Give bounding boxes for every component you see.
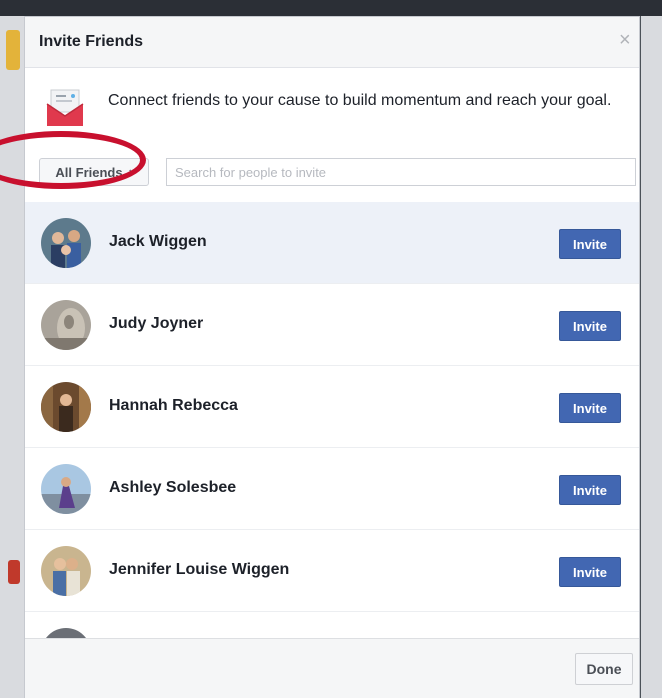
invite-button[interactable]: Invite	[559, 557, 621, 587]
avatar	[41, 300, 91, 350]
list-item	[25, 612, 639, 638]
invite-button[interactable]: Invite	[559, 229, 621, 259]
list-item: Jack Wiggen Invite	[25, 202, 639, 284]
search-input[interactable]	[166, 158, 636, 186]
filter-row: All Friends ↕	[25, 152, 639, 203]
invite-button[interactable]: Invite	[559, 475, 621, 505]
avatar	[41, 382, 91, 432]
list-item: Judy Joyner Invite	[25, 284, 639, 366]
background-fragment	[6, 30, 20, 70]
list-item: Hannah Rebecca Invite	[25, 366, 639, 448]
invite-button[interactable]: Invite	[559, 393, 621, 423]
envelope-icon	[46, 89, 84, 126]
intro-text: Connect friends to your cause to build m…	[108, 92, 612, 109]
intro-section: Connect friends to your cause to build m…	[25, 68, 639, 148]
friends-list: Jack Wiggen Invite Judy Joyner Invite Ha…	[25, 202, 639, 638]
dialog-footer: Done	[25, 638, 639, 698]
avatar	[41, 546, 91, 596]
friend-name: Hannah Rebecca	[109, 397, 238, 414]
dialog-header: Invite Friends ×	[25, 17, 639, 68]
invite-friends-dialog: Invite Friends × Connect friends to your…	[24, 16, 640, 698]
dialog-title: Invite Friends	[39, 33, 144, 50]
friends-filter-dropdown[interactable]: All Friends ↕	[39, 158, 149, 186]
avatar	[41, 628, 91, 638]
list-item: Ashley Solesbee Invite	[25, 448, 639, 530]
background-right-edge	[641, 16, 662, 698]
invite-button[interactable]: Invite	[559, 311, 621, 341]
background-left-edge	[0, 16, 24, 698]
friend-name: Ashley Solesbee	[109, 479, 237, 496]
avatar	[41, 218, 91, 268]
friend-name: Jennifer Louise Wiggen	[109, 561, 290, 578]
avatar	[41, 464, 91, 514]
friend-name: Judy Joyner	[109, 315, 204, 332]
friend-name: Jack Wiggen	[109, 233, 207, 250]
sort-arrows-icon: ↕	[127, 166, 133, 178]
background-fragment	[8, 560, 20, 584]
list-item: Jennifer Louise Wiggen Invite	[25, 530, 639, 612]
close-icon[interactable]: ×	[619, 30, 631, 50]
background-top-bar	[0, 0, 662, 16]
done-button[interactable]: Done	[575, 653, 633, 685]
filter-label: All Friends	[55, 164, 123, 180]
